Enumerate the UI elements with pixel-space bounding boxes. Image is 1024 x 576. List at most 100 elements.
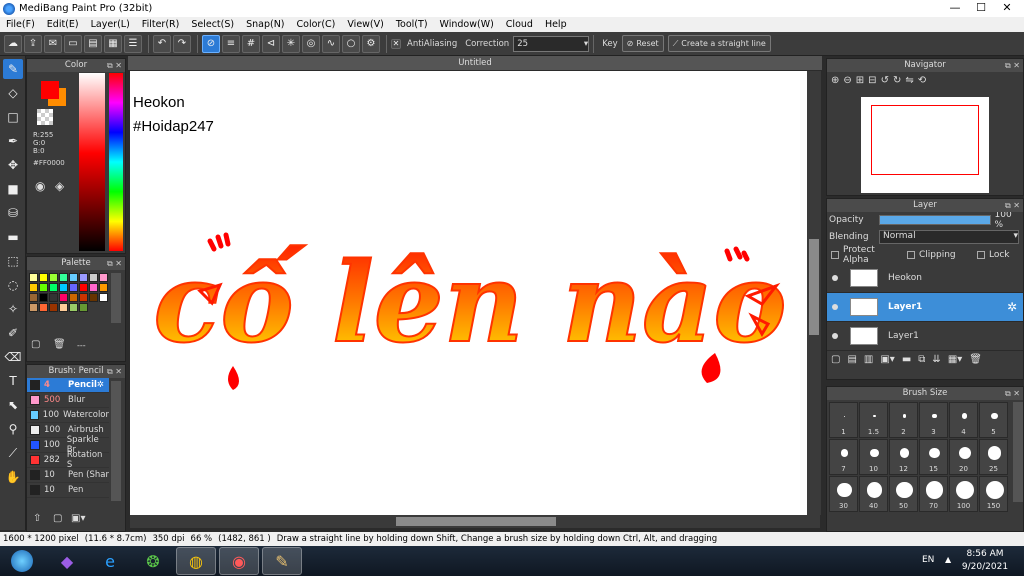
brush-size-cell[interactable]: 10: [859, 439, 888, 475]
concentric-snap-icon[interactable]: ◎: [302, 34, 320, 53]
palette-swatch[interactable]: [39, 303, 48, 312]
menu-color[interactable]: Color(C): [291, 19, 342, 30]
curve-snap-icon[interactable]: ∿: [322, 34, 340, 53]
brush-size-cell[interactable]: 25: [979, 439, 1008, 475]
language-indicator[interactable]: EN: [922, 555, 934, 565]
delete-layer-icon[interactable]: 🗑: [969, 354, 982, 365]
menu-filter[interactable]: Filter(R): [136, 19, 186, 30]
blending-select[interactable]: Normal ▾: [879, 230, 1019, 244]
cloud-icon[interactable]: ☁: [4, 34, 22, 53]
redo-icon[interactable]: ↷: [173, 34, 191, 53]
navigator-viewport[interactable]: [871, 105, 979, 175]
paint-icon[interactable]: ✎: [262, 547, 302, 575]
pen-tool-icon[interactable]: ✒: [3, 131, 23, 151]
brush-size-cell[interactable]: 100: [949, 476, 978, 512]
vertical-scrollbar[interactable]: [807, 71, 821, 515]
navigator-preview[interactable]: [861, 97, 989, 193]
snap-off-icon[interactable]: ⊘: [202, 34, 220, 53]
palette-swatch[interactable]: [29, 303, 38, 312]
canvas-tab[interactable]: Untitled: [128, 56, 822, 70]
antialiasing-checkbox[interactable]: ✕: [391, 38, 401, 49]
panel-controls-icon[interactable]: ⧉ ✕: [1005, 387, 1020, 400]
brush-size-cell[interactable]: 2: [889, 402, 918, 438]
vanishing-snap-icon[interactable]: ⊲: [262, 34, 280, 53]
palette-swatch[interactable]: [39, 273, 48, 282]
hue-slider[interactable]: [109, 73, 123, 251]
transparent-swatch[interactable]: [37, 109, 53, 125]
brush-item[interactable]: 10 Pen: [27, 483, 109, 498]
palette-swatch[interactable]: [59, 273, 68, 282]
list-icon[interactable]: ☰: [124, 34, 142, 53]
palette-scrollbar[interactable]: [111, 273, 121, 323]
brush-item[interactable]: 500 Blur: [27, 393, 109, 408]
brush-size-cell[interactable]: 1.5: [859, 402, 888, 438]
brush-size-cell[interactable]: 12: [889, 439, 918, 475]
palette-swatch[interactable]: [69, 303, 78, 312]
menu-select[interactable]: Select(S): [185, 19, 240, 30]
document-icon[interactable]: ▤: [84, 34, 102, 53]
brush-scrollbar[interactable]: [111, 381, 121, 501]
undo-icon[interactable]: ↶: [153, 34, 171, 53]
new-8bit-layer-icon[interactable]: ▥: [864, 354, 873, 365]
select-pen-icon[interactable]: ✐: [3, 323, 23, 343]
circle-snap-icon[interactable]: ○: [342, 34, 360, 53]
palette-swatch[interactable]: [39, 283, 48, 292]
new-halftone-layer-icon[interactable]: ▤: [847, 354, 856, 365]
rotate-right-icon[interactable]: ↻: [893, 75, 901, 86]
layer-row[interactable]: Layer1 ✲: [827, 293, 1023, 322]
menu-file[interactable]: File(F): [0, 19, 41, 30]
zoom-out-icon[interactable]: ⊖: [843, 75, 851, 86]
text-tool-icon[interactable]: T: [3, 371, 23, 391]
brush-size-cell[interactable]: 40: [859, 476, 888, 512]
brush-size-cell[interactable]: 7: [829, 439, 858, 475]
menu-layer[interactable]: Layer(L): [85, 19, 136, 30]
new-brush-icon[interactable]: ▢: [53, 513, 62, 524]
brush-menu-icon[interactable]: ▣▾: [71, 513, 85, 524]
parallel-snap-icon[interactable]: ≡: [222, 34, 240, 53]
select-tool-icon[interactable]: ⬚: [3, 251, 23, 271]
brush-size-cell[interactable]: 15: [919, 439, 948, 475]
panel-controls-icon[interactable]: ⧉ ✕: [107, 257, 122, 270]
actual-size-icon[interactable]: ⊟: [868, 75, 876, 86]
palette-swatch[interactable]: [59, 283, 68, 292]
palette-swatch[interactable]: [39, 293, 48, 302]
brush-size-cell[interactable]: 70: [919, 476, 948, 512]
flip-icon[interactable]: ⇋: [905, 75, 913, 86]
brush-size-cell[interactable]: 30: [829, 476, 858, 512]
gear-icon[interactable]: ✲: [1007, 300, 1017, 314]
palette-swatch[interactable]: [79, 293, 88, 302]
brush-item[interactable]: 282 Rotation S: [27, 450, 109, 470]
color-value-strip[interactable]: [79, 73, 105, 251]
brush-size-cell[interactable]: 3: [919, 402, 948, 438]
palette-swatch[interactable]: [49, 273, 58, 282]
brush-size-cell[interactable]: 4: [949, 402, 978, 438]
add-layer-menu-icon[interactable]: ▣▾: [880, 354, 894, 365]
primary-color-swatch[interactable]: [41, 81, 59, 99]
bucket-tool-icon[interactable]: ⛁: [3, 203, 23, 223]
menu-help[interactable]: Help: [539, 19, 573, 30]
material-icon[interactable]: ▦: [104, 34, 122, 53]
eyedropper-icon[interactable]: ⚲: [3, 419, 23, 439]
layer-menu-icon[interactable]: ▦▾: [948, 354, 962, 365]
duplicate-layer-icon[interactable]: ⧉: [918, 354, 925, 365]
chrome-icon[interactable]: ◍: [176, 547, 216, 575]
folder-icon[interactable]: ▬: [902, 354, 911, 365]
comment-icon[interactable]: ✉: [44, 34, 62, 53]
brush-size-cell[interactable]: 150: [979, 476, 1008, 512]
hand-tool-icon[interactable]: ✋: [3, 467, 23, 487]
palette-swatch[interactable]: [99, 273, 108, 282]
brush-item[interactable]: 10 Pen (Shar: [27, 468, 109, 483]
panel-controls-icon[interactable]: ⧉ ✕: [107, 59, 122, 72]
merge-down-icon[interactable]: ⇊: [932, 354, 940, 365]
select-eraser-icon[interactable]: ⌫: [3, 347, 23, 367]
brush-size-cell[interactable]: 5: [979, 402, 1008, 438]
palette-swatch[interactable]: [49, 303, 58, 312]
medibang-icon[interactable]: ◉: [219, 547, 259, 575]
gear-icon[interactable]: ✲: [97, 380, 104, 390]
eraser-tool-icon[interactable]: ◇: [3, 83, 23, 103]
start-button[interactable]: [0, 547, 44, 575]
layer-row[interactable]: Layer1: [827, 322, 1023, 351]
lock-checkbox[interactable]: [977, 251, 985, 259]
fit-icon[interactable]: ⊞: [856, 75, 864, 86]
reset-button[interactable]: ⊘ Reset: [621, 35, 664, 52]
